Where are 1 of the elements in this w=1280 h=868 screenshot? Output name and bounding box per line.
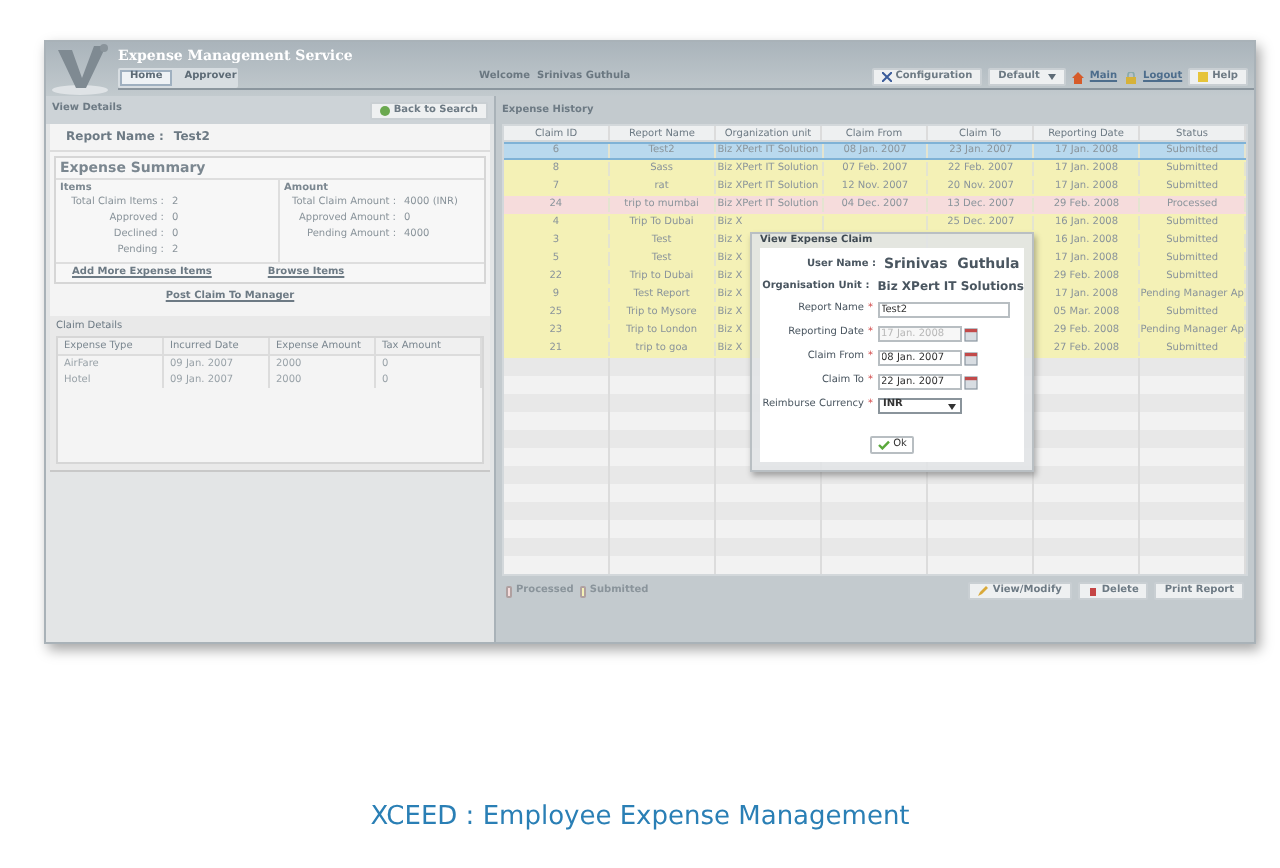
- caption-text: XCEED : Employee Expense Management: [370, 799, 910, 835]
